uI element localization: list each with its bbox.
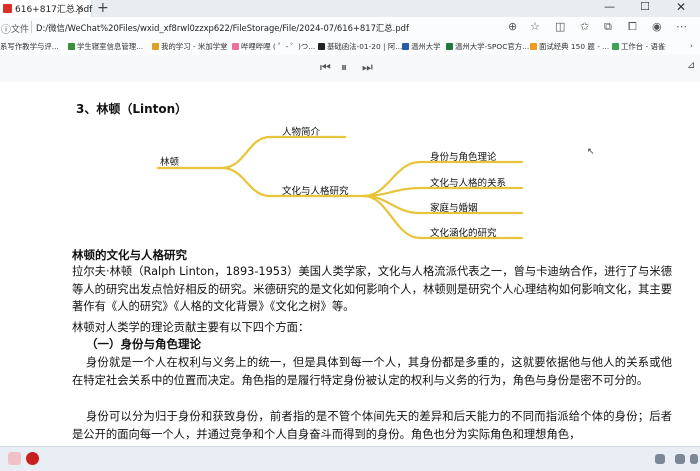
more-menu-icon[interactable]: ⋯ xyxy=(676,20,687,33)
pdf-page: 3、林顿（Linton） 林顿 人物简介 文化与人格研究 身份与角色理论 文化与… xyxy=(0,82,700,446)
bookmarks-bar: 系写作教学与评... 学生寝室信息管理... 我的学习 - 米加学堂 哔哩哔哩 … xyxy=(0,38,700,56)
bookmark-item[interactable]: 面试经典 150 题 - ... xyxy=(530,41,609,52)
bookmark-item[interactable]: 系写作教学与评... xyxy=(0,41,59,52)
maximize-icon[interactable]: ☐ xyxy=(640,0,650,13)
browser-tab[interactable]: 616+817汇总.pdf × xyxy=(0,0,92,17)
address-scheme-label: 文件 xyxy=(11,25,30,35)
app-icon[interactable] xyxy=(26,452,39,465)
subheading: （一）身份与角色理论 xyxy=(86,337,201,351)
bookmark-item[interactable]: 温州大学-SPOC官方... xyxy=(446,41,529,52)
bookmark-item[interactable]: 哔哩哔哩 ( ゜- ゜)つ... xyxy=(232,41,315,52)
first-page-icon[interactable]: ⏮ xyxy=(320,60,331,75)
address-bar: ⓘ 文件 D:/微信/WeChat%20Files/wxid_xf8rwl0zz… xyxy=(0,17,700,39)
mindmap-branch: 人物简介 xyxy=(282,127,321,138)
bookmark-item[interactable]: 工作台 - 语雀 xyxy=(612,41,665,52)
bookmark-item[interactable]: 我的学习 - 米加学堂 xyxy=(152,41,228,52)
address-separator xyxy=(31,21,32,33)
paragraph: 林顿对人类学的理论贡献主要有以下四个方面： xyxy=(72,321,310,334)
bookmark-favicon xyxy=(612,43,619,50)
pdf-toolbar: ⏮ ⏸ ⏭ ⊿ xyxy=(0,55,700,83)
bookmark-favicon xyxy=(68,43,75,50)
bookmark-item[interactable]: 温州大学 xyxy=(402,41,441,52)
bookmark-favicon xyxy=(232,43,239,50)
mindmap-edge xyxy=(220,135,347,170)
bookmark-favicon xyxy=(530,43,537,50)
extensions-icon[interactable]: ⧠ xyxy=(628,20,637,34)
mindmap-connectors xyxy=(156,135,524,240)
mindmap-leaf: 身份与角色理论 xyxy=(430,152,497,163)
paragraph: 拉尔夫·林顿（Ralph Linton，1893-1953）美国人类学家，文化与… xyxy=(72,265,672,313)
mindmap-edge xyxy=(362,186,524,198)
new-tab-icon[interactable]: + xyxy=(97,0,109,16)
mindmap-root: 林顿 xyxy=(160,157,180,168)
minimize-icon[interactable]: — xyxy=(604,0,615,13)
next-page-icon[interactable]: ⏭ xyxy=(362,60,373,75)
collections-icon[interactable]: ⧉ xyxy=(604,20,612,34)
tray-icon[interactable] xyxy=(655,454,665,464)
paragraph: 身份就是一个人在权利与义务上的统一，但是具体到每一个人，其身份都是多重的，这就要… xyxy=(72,356,672,387)
app-icon[interactable] xyxy=(8,452,21,465)
paragraph: 身份可以分为归于身份和获致身份，前者指的是不管个体间先天的差异和后天能力的不同而… xyxy=(72,410,672,441)
section-heading: 林顿的文化与人格研究 xyxy=(72,248,187,262)
pdf-file-icon xyxy=(3,4,12,13)
favorite-star-icon[interactable]: ☆ xyxy=(530,20,540,33)
mindmap-leaf: 家庭与婚姻 xyxy=(430,203,478,214)
bookmarks-overflow-icon[interactable]: › xyxy=(690,41,693,50)
tray-icon[interactable] xyxy=(690,454,698,464)
bookmark-favicon xyxy=(446,43,453,50)
taskbar xyxy=(0,446,700,471)
mindmap-branch: 文化与人格研究 xyxy=(282,186,349,197)
favorites-icon[interactable]: ✩ xyxy=(580,20,589,33)
bookmark-item[interactable]: 学生寝室信息管理... xyxy=(68,41,143,52)
split-screen-icon[interactable]: ◫ xyxy=(555,20,565,33)
tab-bar: 616+817汇总.pdf × + — ☐ ✕ xyxy=(0,0,700,17)
tray-icon[interactable] xyxy=(675,454,685,464)
bookmark-item[interactable]: 基础函法-01-20 | 阿... xyxy=(318,41,402,52)
read-aloud-pause-icon[interactable]: ⏸ xyxy=(341,60,347,75)
mindmap-leaf: 文化与人格的关系 xyxy=(430,178,507,189)
bookmark-favicon xyxy=(318,43,325,50)
close-tab-icon[interactable]: × xyxy=(75,1,84,14)
profile-icon[interactable]: ◉ xyxy=(652,20,662,33)
mouse-cursor-icon: ↖ xyxy=(587,147,595,157)
url-input[interactable]: D:/微信/WeChat%20Files/wxid_xf8rwl0zzxp622… xyxy=(36,22,409,34)
close-window-icon[interactable]: ✕ xyxy=(676,0,686,14)
bookmark-favicon xyxy=(402,43,409,50)
info-icon[interactable]: ⓘ xyxy=(1,21,11,36)
bookmark-favicon xyxy=(152,43,159,50)
zoom-icon[interactable]: ⊕ xyxy=(508,20,517,33)
mindmap-leaf: 文化涵化的研究 xyxy=(430,228,497,239)
pin-toolbar-icon[interactable]: ⊿ xyxy=(687,60,695,71)
